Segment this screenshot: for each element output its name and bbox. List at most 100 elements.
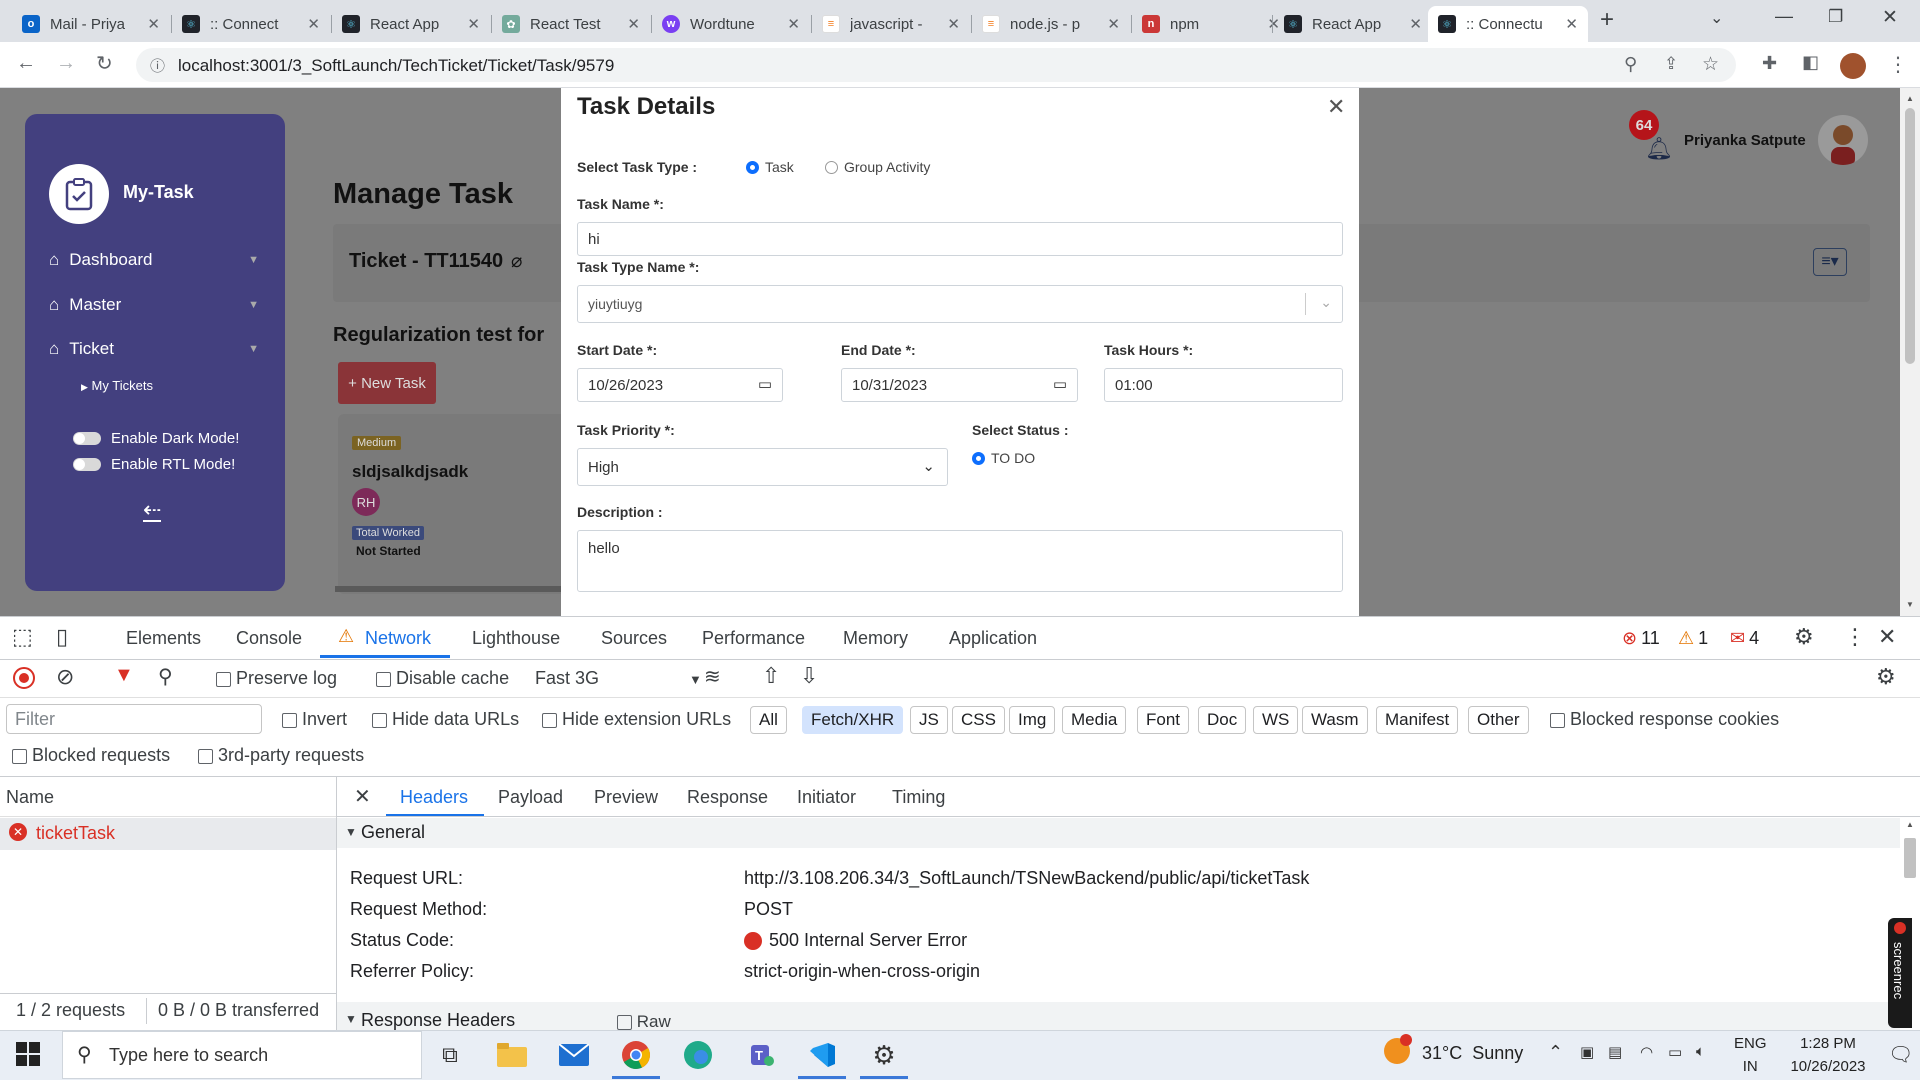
start-date-input[interactable]: 10/26/2023 ▭ bbox=[577, 368, 783, 402]
general-value[interactable]: POST bbox=[744, 899, 793, 920]
calendar-icon[interactable]: ▭ bbox=[758, 375, 772, 393]
taskbar-search-box[interactable]: ⚲ Type here to search bbox=[62, 1031, 422, 1079]
status-radio-todo[interactable]: TO DO bbox=[972, 450, 1035, 466]
filter-chip-img[interactable]: Img bbox=[1009, 706, 1056, 734]
browser-tab[interactable]: ≡ javascript - ✕ bbox=[812, 6, 970, 42]
filter-chip-ws[interactable]: WS bbox=[1253, 706, 1299, 734]
tab-response[interactable]: Response bbox=[687, 787, 768, 808]
new-tab-button[interactable]: + bbox=[1600, 6, 1614, 34]
close-icon[interactable]: ✕ bbox=[1107, 15, 1120, 33]
close-icon[interactable]: ✕ bbox=[787, 15, 800, 33]
weather-text[interactable]: 31°C Sunny bbox=[1422, 1043, 1523, 1064]
network-conditions-icon[interactable]: ≋ bbox=[704, 664, 721, 689]
search-icon[interactable]: ⚲ bbox=[158, 664, 173, 689]
general-value[interactable]: 500 Internal Server Error bbox=[769, 930, 967, 951]
close-icon[interactable]: ✕ bbox=[147, 15, 160, 33]
device-toolbar-icon[interactable]: ▯ bbox=[56, 624, 68, 650]
filter-input[interactable]: Filter bbox=[6, 704, 262, 734]
blocked-cookies-checkbox[interactable]: Blocked response cookies bbox=[1550, 709, 1779, 730]
browser-tab-active[interactable]: ⚛ :: Connectu ✕ bbox=[1428, 6, 1588, 42]
filter-chip-doc[interactable]: Doc bbox=[1198, 706, 1247, 734]
rtl-mode-toggle[interactable]: Enable RTL Mode! bbox=[73, 456, 235, 473]
close-icon[interactable]: ✕ bbox=[307, 15, 320, 33]
back-icon[interactable]: ← bbox=[16, 52, 36, 75]
devtools-tab-elements[interactable]: Elements bbox=[126, 628, 201, 649]
calendar-icon[interactable]: ▭ bbox=[1053, 375, 1067, 393]
browser-tab[interactable]: ≡ node.js - p ✕ bbox=[972, 6, 1130, 42]
warning-counter[interactable]: ⚠ 1 bbox=[1678, 628, 1708, 649]
close-icon[interactable]: ✕ bbox=[1565, 15, 1578, 33]
bell-icon[interactable]: 🔔︎ bbox=[1645, 136, 1673, 162]
raw-checkbox[interactable]: Raw bbox=[617, 1012, 671, 1030]
wifi-icon[interactable]: ◠ bbox=[1640, 1043, 1653, 1061]
reload-icon[interactable]: ↻ bbox=[96, 51, 113, 76]
general-value[interactable]: http://3.108.206.34/3_SoftLaunch/TSNewBa… bbox=[744, 868, 1309, 889]
sidebar-subitem-my-tickets[interactable]: ▶ My Tickets bbox=[81, 378, 153, 393]
side-panel-icon[interactable]: ◧ bbox=[1802, 52, 1819, 73]
chevron-down-icon[interactable]: ⌄ bbox=[1320, 294, 1332, 311]
browser-tab[interactable]: ✿ React Test ✕ bbox=[492, 6, 650, 42]
third-party-checkbox[interactable]: 3rd-party requests bbox=[198, 745, 364, 766]
description-textarea[interactable]: hello bbox=[577, 530, 1343, 592]
throttle-select[interactable]: Fast 3G ▼ bbox=[535, 668, 702, 689]
blocked-requests-checkbox[interactable]: Blocked requests bbox=[12, 745, 170, 766]
new-task-button[interactable]: + New Task bbox=[338, 362, 436, 404]
browser-tab[interactable]: n npm ✕ bbox=[1132, 6, 1290, 42]
weather-icon[interactable] bbox=[1384, 1034, 1412, 1064]
filter-chip-wasm[interactable]: Wasm bbox=[1302, 706, 1368, 734]
address-bar[interactable]: ⓘ localhost:3001/3_SoftLaunch/TechTicket… bbox=[136, 48, 1736, 82]
restore-button[interactable]: ❐ bbox=[1828, 7, 1843, 27]
chevron-up-icon[interactable]: ⌃ bbox=[1548, 1042, 1563, 1063]
bookmark-star-icon[interactable]: ☆ bbox=[1702, 53, 1719, 76]
task-type-radio-group[interactable]: Group Activity bbox=[825, 159, 930, 175]
filter-chip-font[interactable]: Font bbox=[1137, 706, 1190, 734]
general-value[interactable]: strict-origin-when-cross-origin bbox=[744, 961, 980, 982]
import-har-icon[interactable]: ⇧ bbox=[762, 663, 780, 689]
share-icon[interactable]: ⇪ bbox=[1664, 54, 1678, 74]
file-explorer-icon[interactable] bbox=[494, 1037, 530, 1073]
screenrec-widget[interactable]: screenrec bbox=[1888, 918, 1912, 1028]
site-info-icon[interactable]: ⓘ bbox=[150, 55, 165, 76]
filter-chip-other[interactable]: Other bbox=[1468, 706, 1529, 734]
mail-icon[interactable] bbox=[556, 1037, 592, 1073]
hide-data-urls-checkbox[interactable]: Hide data URLs bbox=[372, 709, 519, 730]
settings-gear-icon[interactable]: ⚙ bbox=[1794, 624, 1814, 650]
end-date-input[interactable]: 10/31/2023 ▭ bbox=[841, 368, 1078, 402]
tray-app-icon[interactable]: ▣ bbox=[1580, 1043, 1594, 1061]
profile-avatar[interactable] bbox=[1840, 53, 1866, 79]
chevron-down-icon[interactable]: ⌄ bbox=[922, 457, 935, 475]
task-hours-input[interactable]: 01:00 bbox=[1104, 368, 1343, 402]
minimize-button[interactable]: — bbox=[1775, 6, 1793, 27]
close-devtools-icon[interactable]: ✕ bbox=[1878, 624, 1896, 650]
close-icon[interactable]: ✕ bbox=[627, 15, 640, 33]
filter-chip-manifest[interactable]: Manifest bbox=[1376, 706, 1459, 734]
collapse-sidebar-icon[interactable]: ⇠ bbox=[143, 499, 162, 522]
inspect-element-icon[interactable]: ⬚ bbox=[12, 624, 33, 650]
toggle-switch[interactable] bbox=[73, 458, 101, 471]
filter-chip-css[interactable]: CSS bbox=[952, 706, 1005, 734]
priority-select[interactable]: High ⌄ bbox=[577, 448, 948, 486]
tab-headers[interactable]: Headers bbox=[400, 787, 468, 808]
browser-tab[interactable]: ⚛ :: Connect ✕ bbox=[172, 6, 330, 42]
eye-slash-icon[interactable]: ⌀ bbox=[511, 250, 522, 273]
vscode-icon[interactable] bbox=[804, 1037, 840, 1073]
sidebar-item-master[interactable]: ⌂ Master ▼ bbox=[49, 295, 259, 315]
close-icon[interactable]: ✕ bbox=[947, 15, 960, 33]
user-avatar[interactable] bbox=[1818, 115, 1868, 165]
list-menu-button[interactable]: ≡▾ bbox=[1813, 248, 1847, 276]
error-counter[interactable]: ⊗ 11 bbox=[1622, 628, 1660, 649]
forward-icon[interactable]: → bbox=[56, 52, 76, 75]
devtools-tab-application[interactable]: Application bbox=[949, 628, 1037, 649]
tab-payload[interactable]: Payload bbox=[498, 787, 563, 808]
record-icon[interactable] bbox=[13, 667, 35, 689]
task-view-icon[interactable]: ⧉ bbox=[432, 1037, 468, 1073]
tab-preview[interactable]: Preview bbox=[594, 787, 658, 808]
settings-gear-icon[interactable]: ⚙ bbox=[866, 1037, 902, 1073]
devtools-tab-memory[interactable]: Memory bbox=[843, 628, 908, 649]
invert-checkbox[interactable]: Invert bbox=[282, 709, 347, 730]
tab-search-icon[interactable]: ⌄ bbox=[1710, 8, 1723, 28]
volume-icon[interactable]: 🔈︎ bbox=[1696, 1043, 1705, 1060]
filter-chip-fetch-xhr[interactable]: Fetch/XHR bbox=[802, 706, 904, 734]
disable-cache-checkbox[interactable]: Disable cache bbox=[376, 668, 509, 689]
teams-icon[interactable]: T bbox=[742, 1037, 778, 1073]
